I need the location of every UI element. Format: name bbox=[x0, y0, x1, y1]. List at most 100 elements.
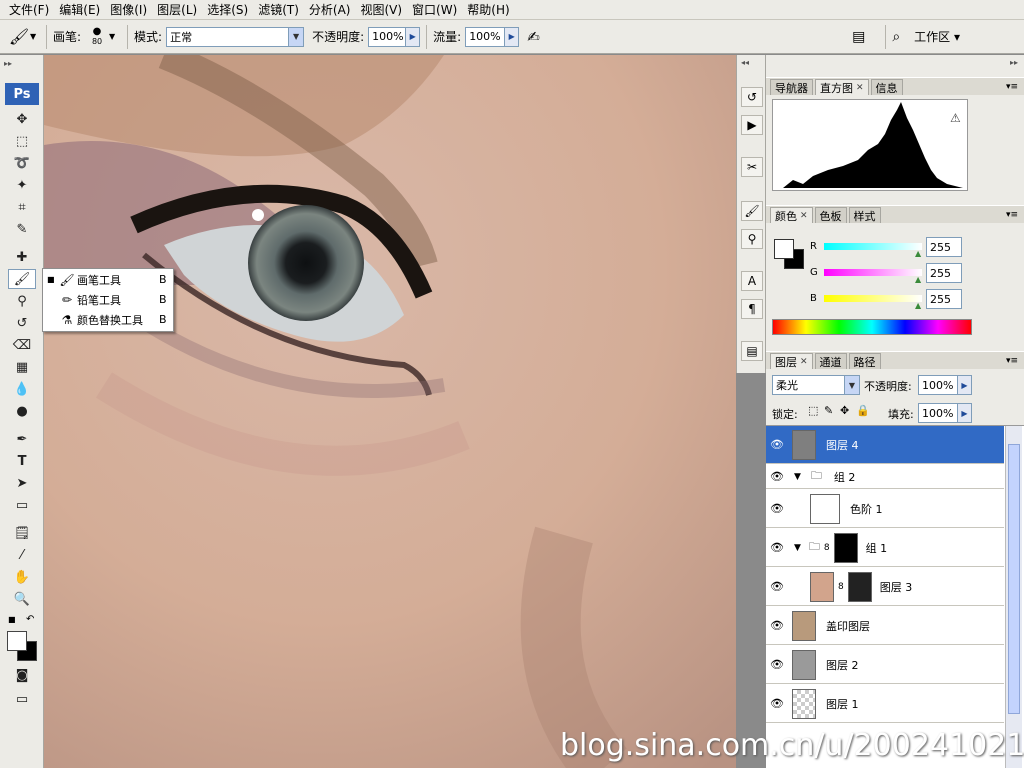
quick-mask-icon[interactable]: ◙ bbox=[8, 665, 36, 685]
marquee-tool-icon[interactable]: ⬚ bbox=[8, 131, 36, 151]
pen-tool-icon[interactable]: ✒ bbox=[8, 429, 36, 449]
eye-icon[interactable]: 👁 bbox=[766, 541, 788, 554]
gradient-tool-icon[interactable]: ▦ bbox=[8, 357, 36, 377]
menu-filter[interactable]: 滤镜(T) bbox=[253, 0, 304, 20]
ps-logo[interactable]: Ps bbox=[5, 83, 39, 105]
hand-tool-icon[interactable]: ✋ bbox=[8, 567, 36, 587]
tab-styles[interactable]: 样式 bbox=[848, 207, 881, 223]
lock-position-icon[interactable]: ✥ bbox=[840, 404, 849, 417]
tab-histogram[interactable]: 直方图 ✕ bbox=[815, 79, 869, 95]
brush-tool-icon[interactable]: 🖌 bbox=[8, 269, 36, 289]
path-selection-tool-icon[interactable]: ➤ bbox=[8, 473, 36, 493]
mode-select[interactable]: 正常 ▼ bbox=[166, 26, 305, 47]
eye-icon[interactable]: 👁 bbox=[766, 658, 788, 671]
fill-input[interactable]: 100% bbox=[918, 403, 958, 423]
panel-menu-icon[interactable]: ▾≡ bbox=[1006, 356, 1018, 366]
menu-layer[interactable]: 图层(L) bbox=[152, 0, 202, 20]
layer-opacity-input[interactable]: 100% bbox=[918, 375, 958, 395]
tab-color[interactable]: 颜色 ✕ bbox=[770, 207, 813, 223]
panel-menu-icon[interactable]: ▾≡ bbox=[1006, 210, 1018, 220]
flyout-item-pencil[interactable]: ✏ 铅笔工具 B bbox=[43, 290, 173, 309]
swap-colors-icon[interactable]: ↶ bbox=[26, 614, 34, 625]
magic-wand-tool-icon[interactable]: ✦ bbox=[8, 175, 36, 195]
palette-well-icon[interactable]: ▤ bbox=[852, 29, 865, 45]
eye-icon[interactable]: 👁 bbox=[766, 580, 788, 593]
layer-opacity-slider-button[interactable]: ▶ bbox=[958, 375, 972, 395]
eye-icon[interactable]: 👁 bbox=[766, 470, 788, 483]
dodge-tool-icon[interactable]: ● bbox=[8, 401, 36, 421]
flow-input[interactable]: 100% bbox=[465, 26, 506, 47]
menu-window[interactable]: 窗口(W) bbox=[407, 0, 462, 20]
disclosure-triangle-icon[interactable]: ▼ bbox=[794, 543, 801, 553]
menu-select[interactable]: 选择(S) bbox=[202, 0, 253, 20]
fill-slider-button[interactable]: ▶ bbox=[958, 403, 972, 423]
flyout-item-color-replace[interactable]: ⚗ 颜色替换工具 B bbox=[43, 310, 173, 329]
brush-dropdown-icon[interactable]: ▼ bbox=[109, 32, 121, 41]
disclosure-triangle-icon[interactable]: ▼ bbox=[794, 472, 801, 482]
slider-thumb-icon[interactable]: ▲ bbox=[915, 301, 921, 310]
eye-icon[interactable]: 👁 bbox=[766, 697, 788, 710]
flow-slider-button[interactable]: ▶ bbox=[505, 26, 520, 47]
layer-row-1[interactable]: 👁 图层 1 bbox=[766, 685, 1004, 723]
workspace-button[interactable]: 工作区 ▾ bbox=[914, 28, 960, 45]
b-value-input[interactable]: 255 bbox=[926, 289, 962, 309]
close-icon[interactable]: ✕ bbox=[800, 211, 808, 221]
zoom-tool-icon[interactable]: 🔍 bbox=[8, 589, 36, 609]
layer-comps-panel-icon[interactable]: ▤ bbox=[741, 341, 763, 361]
tab-channels[interactable]: 通道 bbox=[814, 353, 847, 369]
tab-info[interactable]: 信息 bbox=[870, 79, 903, 95]
healing-brush-tool-icon[interactable]: ✚ bbox=[8, 247, 36, 267]
g-slider[interactable] bbox=[824, 269, 922, 276]
lasso-tool-icon[interactable]: ➰ bbox=[8, 153, 36, 173]
g-value-input[interactable]: 255 bbox=[926, 263, 962, 283]
blur-tool-icon[interactable]: 💧 bbox=[8, 379, 36, 399]
clone-stamp-tool-icon[interactable]: ⚲ bbox=[8, 291, 36, 311]
default-colors-icon[interactable]: ■ bbox=[8, 615, 16, 624]
lock-pixels-icon[interactable]: ✎ bbox=[824, 404, 833, 417]
tab-paths[interactable]: 路径 bbox=[848, 353, 881, 369]
toolbox-collapse-icon[interactable]: ▸▸ bbox=[4, 59, 12, 68]
layer-row-levels-1[interactable]: 👁 色阶 1 bbox=[766, 490, 1004, 528]
layer-row-2[interactable]: 👁 图层 2 bbox=[766, 646, 1004, 684]
history-brush-tool-icon[interactable]: ↺ bbox=[8, 313, 36, 333]
screen-mode-icon[interactable]: ▭ bbox=[8, 689, 36, 709]
close-icon[interactable]: ✕ bbox=[856, 83, 864, 93]
crop-tool-icon[interactable]: ⌗ bbox=[8, 197, 36, 217]
eye-icon[interactable]: 👁 bbox=[766, 619, 788, 632]
menu-help[interactable]: 帮助(H) bbox=[462, 0, 514, 20]
opacity-slider-button[interactable]: ▶ bbox=[406, 26, 421, 47]
airbrush-icon[interactable]: ✍ bbox=[527, 28, 540, 46]
tool-preset-dropdown-icon[interactable]: ▼ bbox=[30, 32, 40, 41]
move-tool-icon[interactable]: ✥ bbox=[8, 109, 36, 129]
b-slider[interactable] bbox=[824, 295, 922, 302]
actions-panel-icon[interactable]: ▶ bbox=[741, 115, 763, 135]
close-icon[interactable]: ✕ bbox=[800, 357, 808, 367]
layer-row-group-2[interactable]: 👁 ▼ 🗀 组 2 bbox=[766, 465, 1004, 489]
warning-icon[interactable]: ⚠ bbox=[950, 111, 961, 125]
history-panel-icon[interactable]: ↺ bbox=[741, 87, 763, 107]
notes-tool-icon[interactable]: 🗒 bbox=[8, 523, 36, 543]
type-tool-icon[interactable]: T bbox=[8, 451, 36, 471]
color-fg-swatch[interactable] bbox=[774, 239, 794, 259]
opacity-input[interactable]: 100% bbox=[368, 26, 407, 47]
layer-row-3[interactable]: 👁 8 图层 3 bbox=[766, 568, 1004, 606]
flyout-item-brush[interactable]: ■ 🖌 画笔工具 B bbox=[43, 270, 173, 289]
menu-image[interactable]: 图像(I) bbox=[105, 0, 152, 20]
menu-file[interactable]: 文件(F) bbox=[4, 0, 54, 20]
tab-swatches[interactable]: 色板 bbox=[814, 207, 847, 223]
clone-source-panel-icon[interactable]: ⚲ bbox=[741, 229, 763, 249]
dock-collapse-icon[interactable]: ▸▸ bbox=[1010, 58, 1018, 67]
layer-row-stamp[interactable]: 👁 盖印图层 bbox=[766, 607, 1004, 645]
lock-all-icon[interactable]: 🔒 bbox=[856, 404, 870, 417]
layer-row-group-1[interactable]: 👁 ▼ 🗀 8 组 1 bbox=[766, 529, 1004, 567]
tab-navigator[interactable]: 导航器 bbox=[770, 79, 813, 95]
brushes-panel-icon[interactable]: 🖌 bbox=[741, 201, 763, 221]
r-value-input[interactable]: 255 bbox=[926, 237, 962, 257]
bridge-icon[interactable]: ⌕ bbox=[892, 29, 900, 45]
layers-scrollbar[interactable] bbox=[1005, 426, 1022, 768]
paragraph-panel-icon[interactable]: ¶ bbox=[741, 299, 763, 319]
tab-layers[interactable]: 图层 ✕ bbox=[770, 353, 813, 369]
menu-edit[interactable]: 编辑(E) bbox=[54, 0, 105, 20]
document-canvas[interactable] bbox=[44, 55, 736, 768]
character-panel-icon[interactable]: A bbox=[741, 271, 763, 291]
